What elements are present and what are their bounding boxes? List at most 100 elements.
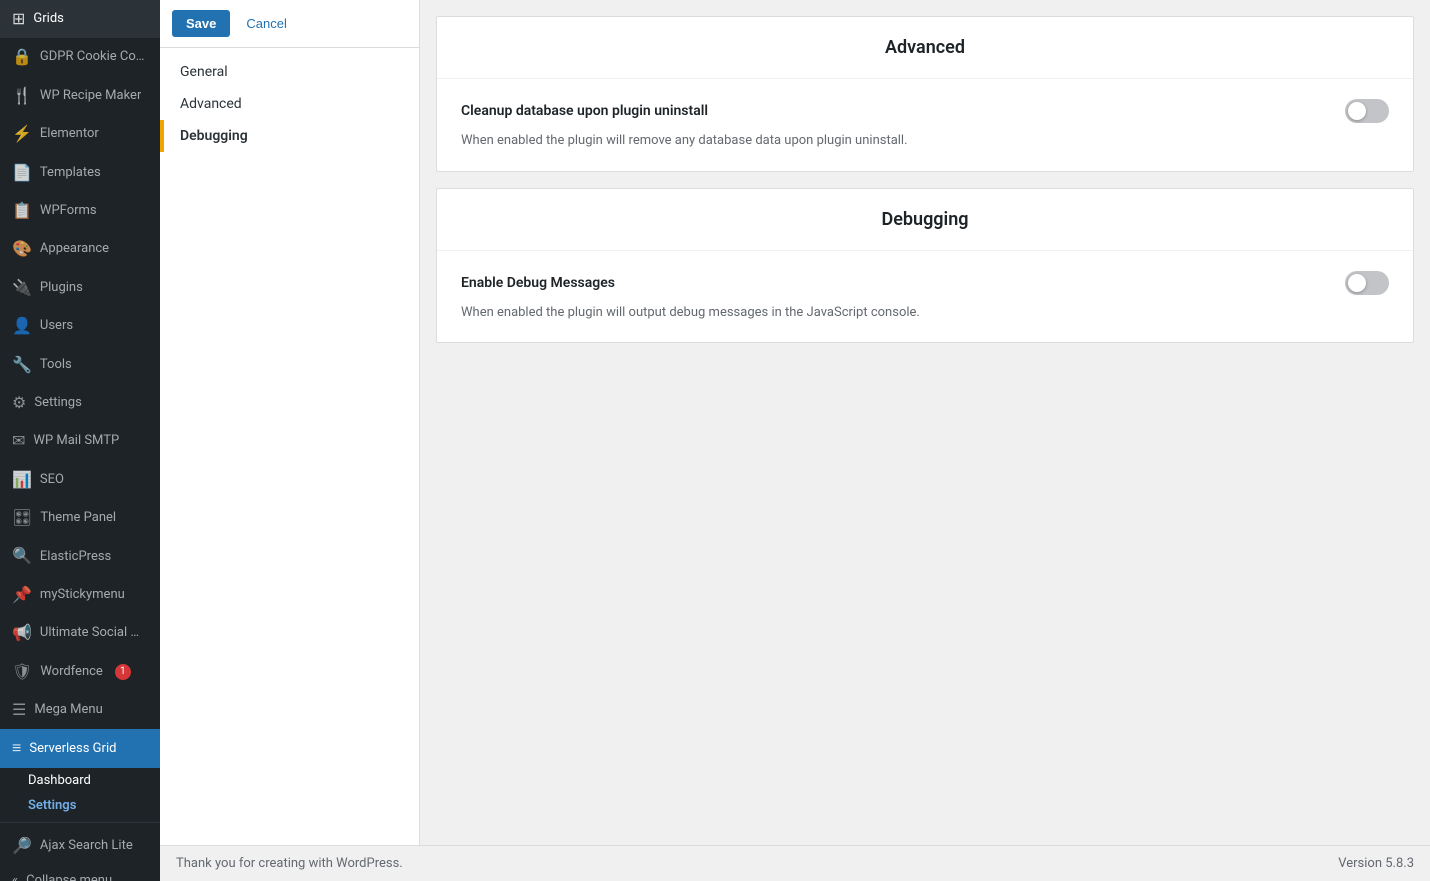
cleanup-db-slider bbox=[1345, 99, 1389, 123]
sidebar-item-wp-recipe-maker[interactable]: 🍴 WP Recipe Maker bbox=[0, 77, 160, 115]
ajax-search-icon: 🔎 bbox=[12, 835, 32, 857]
sidebar-item-templates[interactable]: 📄 Templates bbox=[0, 154, 160, 192]
sidebar-item-wpforms[interactable]: 📋 WPForms bbox=[0, 192, 160, 230]
sidebar-item-settings-sub[interactable]: Settings bbox=[0, 793, 160, 818]
debugging-section: Debugging Enable Debug Messages When ena… bbox=[436, 188, 1414, 344]
wordfence-icon: 🛡 bbox=[12, 661, 32, 683]
enable-debug-header: Enable Debug Messages bbox=[461, 271, 1389, 295]
seo-icon: 📊 bbox=[12, 469, 32, 491]
sidebar-item-gdpr[interactable]: 🔒 GDPR Cookie Consent bbox=[0, 38, 160, 76]
sidebar-item-label: SEO bbox=[40, 471, 64, 489]
footer-version: Version 5.8.3 bbox=[1338, 856, 1414, 871]
debugging-section-title: Debugging bbox=[437, 189, 1413, 251]
sidebar-item-ajax-search[interactable]: 🔎 Ajax Search Lite bbox=[0, 827, 160, 865]
sub-sidebar: Save Cancel General Advanced Debugging bbox=[160, 0, 420, 845]
cleanup-db-desc: When enabled the plugin will remove any … bbox=[461, 131, 1389, 151]
sidebar-item-label: Wordfence bbox=[40, 663, 103, 681]
recipe-icon: 🍴 bbox=[12, 85, 32, 107]
sidebar-item-ultimate-social[interactable]: 📢 Ultimate Social Media Icons bbox=[0, 614, 160, 652]
sidebar-item-label: Plugins bbox=[40, 279, 83, 297]
sidebar-item-grids[interactable]: ⊞ Grids bbox=[0, 0, 160, 38]
templates-icon: 📄 bbox=[12, 162, 32, 184]
enable-debug-desc: When enabled the plugin will output debu… bbox=[461, 303, 1389, 323]
elementor-icon: ⚡ bbox=[12, 123, 32, 145]
sidebar: ⊞ Grids 🔒 GDPR Cookie Consent 🍴 WP Recip… bbox=[0, 0, 160, 881]
sidebar-item-elementor[interactable]: ⚡ Elementor bbox=[0, 115, 160, 153]
sidebar-item-mega-menu[interactable]: ☰ Mega Menu bbox=[0, 691, 160, 729]
sidebar-item-seo[interactable]: 📊 SEO bbox=[0, 461, 160, 499]
settings-icon: ⚙ bbox=[12, 392, 26, 414]
sidebar-item-label: Appearance bbox=[40, 240, 109, 258]
sidebar-item-mystickymenu[interactable]: 📌 myStickymenu bbox=[0, 576, 160, 614]
nav-item-general[interactable]: General bbox=[160, 56, 419, 88]
sidebar-item-label: ElasticPress bbox=[40, 548, 111, 566]
sidebar-item-users[interactable]: 👤 Users bbox=[0, 307, 160, 345]
sidebar-item-label: GDPR Cookie Consent bbox=[40, 48, 148, 66]
collapse-menu-button[interactable]: « Collapse menu bbox=[0, 865, 160, 881]
wpforms-icon: 📋 bbox=[12, 200, 32, 222]
sub-sidebar-header: Save Cancel bbox=[160, 0, 419, 48]
sidebar-item-label: Tools bbox=[40, 356, 72, 374]
sidebar-item-wp-mail-smtp[interactable]: ✉ WP Mail SMTP bbox=[0, 422, 160, 460]
sidebar-item-label: WPForms bbox=[40, 202, 97, 220]
sidebar-item-settings[interactable]: ⚙ Settings bbox=[0, 384, 160, 422]
enable-debug-row: Enable Debug Messages When enabled the p… bbox=[437, 251, 1413, 343]
serverless-grid-submenu: Dashboard Settings bbox=[0, 768, 160, 818]
advanced-section-title: Advanced bbox=[437, 17, 1413, 79]
theme-panel-icon: 🎛 bbox=[12, 507, 32, 529]
enable-debug-toggle[interactable] bbox=[1345, 271, 1389, 295]
nav-item-advanced[interactable]: Advanced bbox=[160, 88, 419, 120]
enable-debug-title: Enable Debug Messages bbox=[461, 275, 615, 291]
sidebar-item-label: Settings bbox=[34, 394, 81, 412]
advanced-section: Advanced Cleanup database upon plugin un… bbox=[436, 16, 1414, 172]
footer: Thank you for creating with WordPress. V… bbox=[160, 845, 1430, 881]
sidebar-item-tools[interactable]: 🔧 Tools bbox=[0, 346, 160, 384]
content-area: Advanced Cleanup database upon plugin un… bbox=[420, 0, 1430, 845]
sidebar-item-plugins[interactable]: 🔌 Plugins bbox=[0, 269, 160, 307]
footer-thank-you: Thank you for creating with WordPress. bbox=[176, 856, 403, 871]
sub-sidebar-nav: General Advanced Debugging bbox=[160, 48, 419, 160]
cancel-button[interactable]: Cancel bbox=[238, 10, 294, 37]
cleanup-db-header: Cleanup database upon plugin uninstall bbox=[461, 99, 1389, 123]
sidebar-divider bbox=[0, 822, 160, 823]
sidebar-item-label: Users bbox=[40, 317, 73, 335]
users-icon: 👤 bbox=[12, 315, 32, 337]
serverless-grid-icon: ≡ bbox=[12, 737, 21, 759]
cleanup-db-toggle[interactable] bbox=[1345, 99, 1389, 123]
main-with-footer: Save Cancel General Advanced Debugging A… bbox=[160, 0, 1430, 881]
sidebar-item-label: WP Mail SMTP bbox=[33, 432, 119, 450]
sidebar-item-label: Grids bbox=[33, 10, 63, 28]
sidebar-item-dashboard[interactable]: Dashboard bbox=[0, 768, 160, 793]
main-wrapper: Save Cancel General Advanced Debugging A… bbox=[160, 0, 1430, 845]
sidebar-item-label: Ultimate Social Media Icons bbox=[40, 624, 148, 642]
sidebar-item-theme-panel[interactable]: 🎛 Theme Panel bbox=[0, 499, 160, 537]
sidebar-item-label: WP Recipe Maker bbox=[40, 87, 141, 105]
gdpr-icon: 🔒 bbox=[12, 46, 32, 68]
wordfence-badge: 1 bbox=[115, 664, 131, 680]
cleanup-db-title: Cleanup database upon plugin uninstall bbox=[461, 103, 708, 119]
appearance-icon: 🎨 bbox=[12, 238, 32, 260]
sidebar-item-label: Theme Panel bbox=[40, 509, 116, 527]
sidebar-item-wordfence[interactable]: 🛡 Wordfence 1 bbox=[0, 653, 160, 691]
sidebar-item-elasticpress[interactable]: 🔍 ElasticPress bbox=[0, 537, 160, 575]
save-button[interactable]: Save bbox=[172, 10, 230, 37]
sidebar-item-label: Serverless Grid bbox=[29, 740, 116, 758]
sidebar-item-appearance[interactable]: 🎨 Appearance bbox=[0, 230, 160, 268]
collapse-label: Collapse menu bbox=[26, 873, 112, 881]
plugins-icon: 🔌 bbox=[12, 277, 32, 299]
enable-debug-slider bbox=[1345, 271, 1389, 295]
mail-icon: ✉ bbox=[12, 430, 25, 452]
tools-icon: 🔧 bbox=[12, 354, 32, 376]
nav-item-debugging[interactable]: Debugging bbox=[160, 120, 419, 152]
mega-menu-icon: ☰ bbox=[12, 699, 26, 721]
sidebar-item-serverless-grid[interactable]: ≡ Serverless Grid bbox=[0, 729, 160, 767]
sidebar-item-label: Ajax Search Lite bbox=[40, 837, 133, 855]
collapse-icon: « bbox=[12, 873, 18, 881]
social-icon: 📢 bbox=[12, 622, 32, 644]
grids-icon: ⊞ bbox=[12, 8, 25, 30]
elasticpress-icon: 🔍 bbox=[12, 545, 32, 567]
sidebar-item-label: myStickymenu bbox=[40, 586, 125, 604]
sidebar-item-label: Templates bbox=[40, 164, 101, 182]
sidebar-item-label: Mega Menu bbox=[34, 701, 102, 719]
cleanup-db-row: Cleanup database upon plugin uninstall W… bbox=[437, 79, 1413, 171]
